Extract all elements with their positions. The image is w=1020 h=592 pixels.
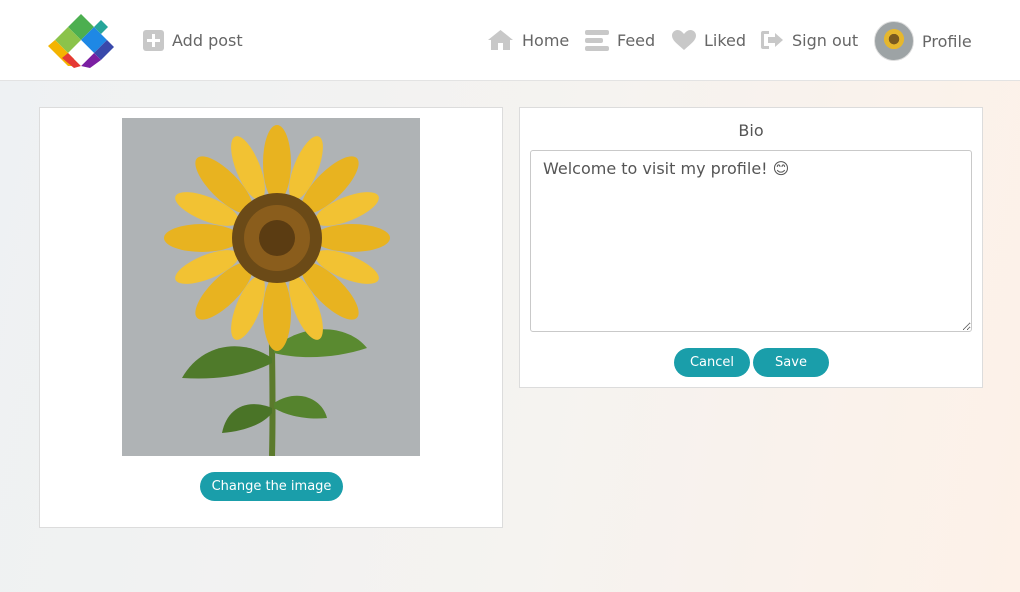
nav-home[interactable]: Home xyxy=(487,27,569,53)
save-button[interactable]: Save xyxy=(753,348,829,377)
home-label: Home xyxy=(522,30,570,50)
add-post-label: Add post xyxy=(172,30,243,50)
profile-image-card: Change the image xyxy=(39,107,503,528)
bio-card: Bio Welcome to visit my profile! 😊 Cance… xyxy=(519,107,983,388)
top-navbar: Add post Home Feed Liked Sign out Profil… xyxy=(0,0,1020,81)
bio-title: Bio xyxy=(738,121,764,140)
nav-sign-out[interactable]: Sign out xyxy=(760,27,858,53)
avatar[interactable] xyxy=(874,21,914,61)
feed-label: Feed xyxy=(617,30,656,50)
change-image-button[interactable]: Change the image xyxy=(200,472,343,501)
home-icon xyxy=(488,30,513,50)
profile-label: Profile xyxy=(922,31,972,51)
feed-icon xyxy=(585,30,609,51)
nav-liked[interactable]: Liked xyxy=(672,27,746,53)
profile-image xyxy=(122,118,420,456)
sign-out-label: Sign out xyxy=(792,30,859,50)
cancel-button[interactable]: Cancel xyxy=(674,348,750,377)
nav-profile[interactable]: Profile xyxy=(874,21,972,61)
nav-feed[interactable]: Feed xyxy=(585,27,655,53)
logo-icon[interactable] xyxy=(46,12,116,70)
heart-icon xyxy=(672,29,696,50)
plus-square-icon xyxy=(143,29,164,51)
sign-out-icon xyxy=(761,31,783,49)
add-post-button[interactable]: Add post xyxy=(143,27,243,53)
liked-label: Liked xyxy=(704,30,747,50)
bio-textarea[interactable]: Welcome to visit my profile! 😊 xyxy=(530,150,972,332)
